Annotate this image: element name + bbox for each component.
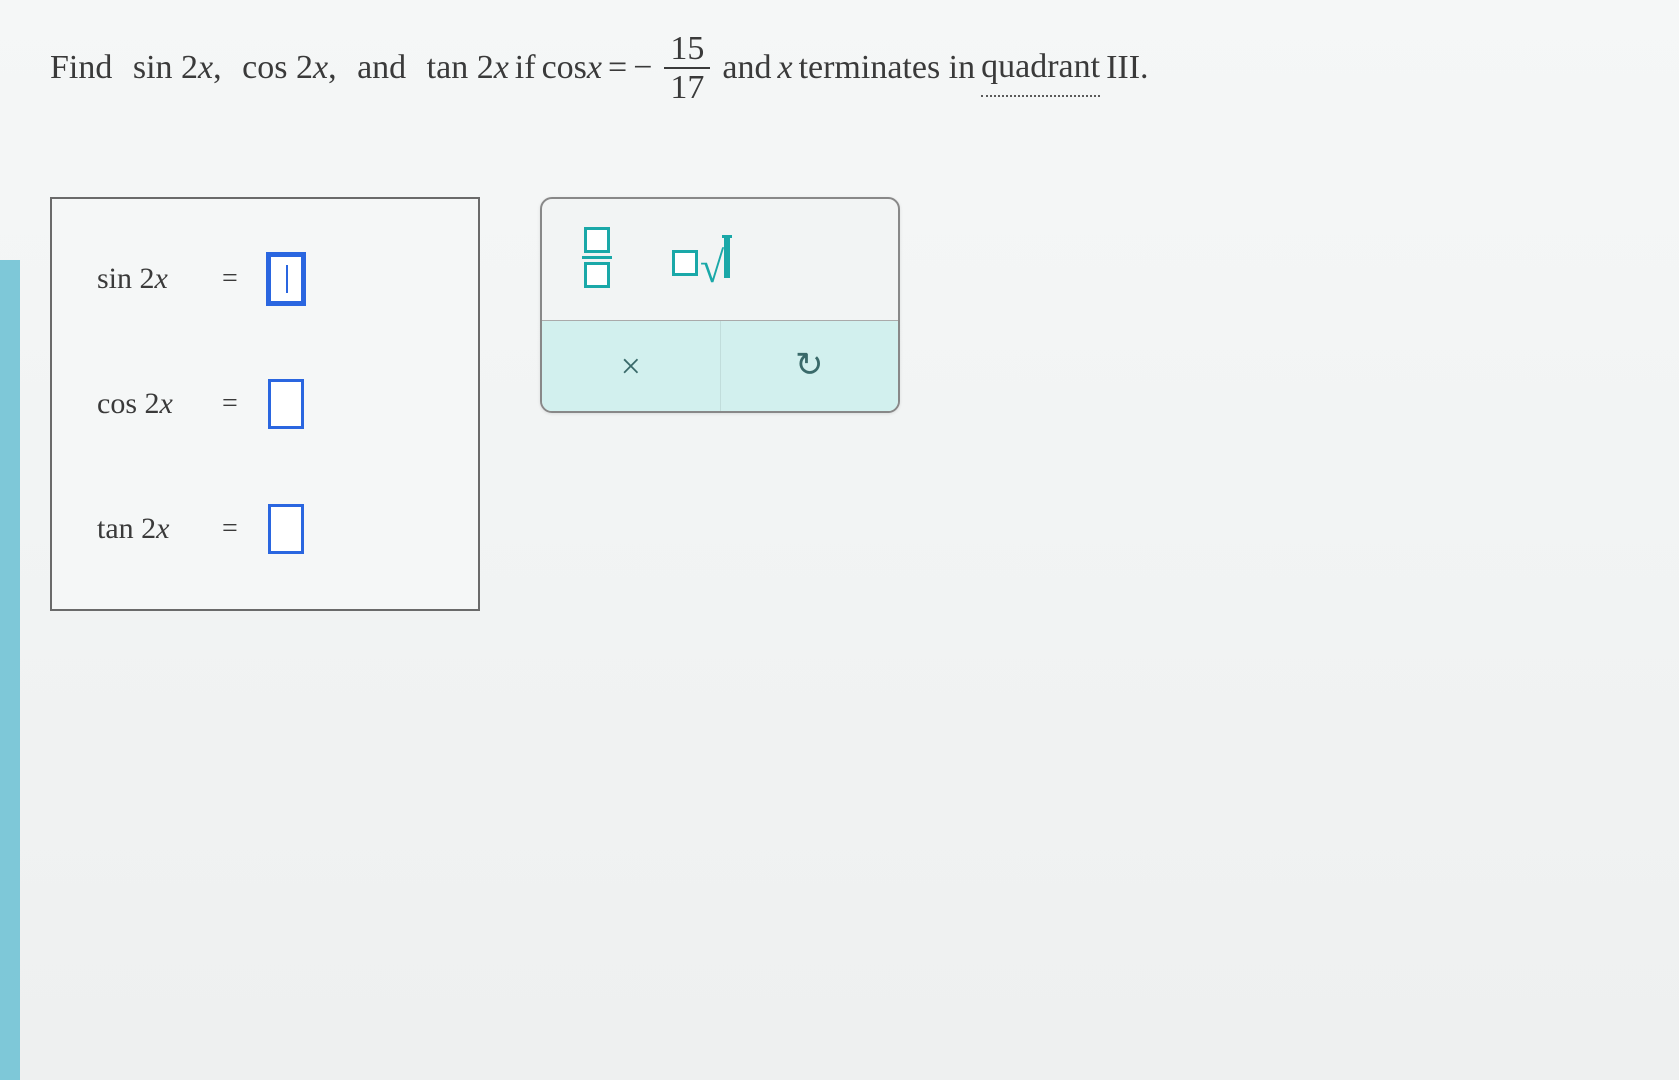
text-tan2x: tan 2x [427,41,509,95]
equals-sign: = [222,263,238,295]
sqrt-template-button[interactable]: √ [672,238,730,276]
fraction-bar-icon [582,256,612,259]
reset-icon: ↺ [795,345,824,385]
answer-box: sin 2x = cos 2x = tan 2x = [50,197,480,611]
text-eq: = [608,41,627,95]
text-and2: and [722,41,771,95]
tool-row-templates: √ [542,199,898,320]
cos2x-label: cos 2x [97,387,192,421]
answer-row-cos: cos 2x = [97,379,443,429]
text-terminates: terminates in [799,41,976,95]
sqrt-coeff-box-icon [672,250,698,276]
text-neg: − [633,41,652,95]
clear-button[interactable]: × [542,321,721,411]
fraction-numerator: 15 [664,30,710,69]
sin2x-input[interactable] [268,254,304,304]
question-text: Find sin 2x, cos 2x, and tan 2x if cosx … [50,30,1629,107]
fraction-den-box-icon [584,262,610,288]
text-and: and [357,41,406,95]
left-edge-strip [0,260,20,1080]
tan2x-input[interactable] [268,504,304,554]
quadrant-link[interactable]: quadrant [981,40,1100,97]
tool-row-actions: × ↺ [542,320,898,411]
text-sin2x: sin 2x, [133,41,222,95]
cos2x-input[interactable] [268,379,304,429]
fraction-denominator: 17 [664,69,710,106]
reset-button[interactable]: ↺ [721,321,899,411]
text-cosx: cosx [542,41,602,95]
equals-sign: = [222,388,238,420]
text-if: if [515,41,536,95]
equals-sign: = [222,513,238,545]
sin2x-label: sin 2x [97,262,192,296]
answer-row-sin: sin 2x = [97,254,443,304]
math-tool-panel: √ × ↺ [540,197,900,413]
sqrt-icon: √ [700,257,724,279]
fraction-15-17: 15 17 [664,30,710,107]
text-x: x [777,41,792,95]
answer-row-tan: tan 2x = [97,504,443,554]
text-cos2x: cos 2x, [242,41,336,95]
fraction-template-button[interactable] [582,227,612,288]
text-roman: III. [1106,41,1148,95]
tan2x-label: tan 2x [97,512,192,546]
text-find: Find [50,41,112,95]
sqrt-radicand-box-icon [724,235,730,278]
sqrt-radicand-wrap [724,238,730,276]
close-icon: × [621,346,641,386]
fraction-num-box-icon [584,227,610,253]
